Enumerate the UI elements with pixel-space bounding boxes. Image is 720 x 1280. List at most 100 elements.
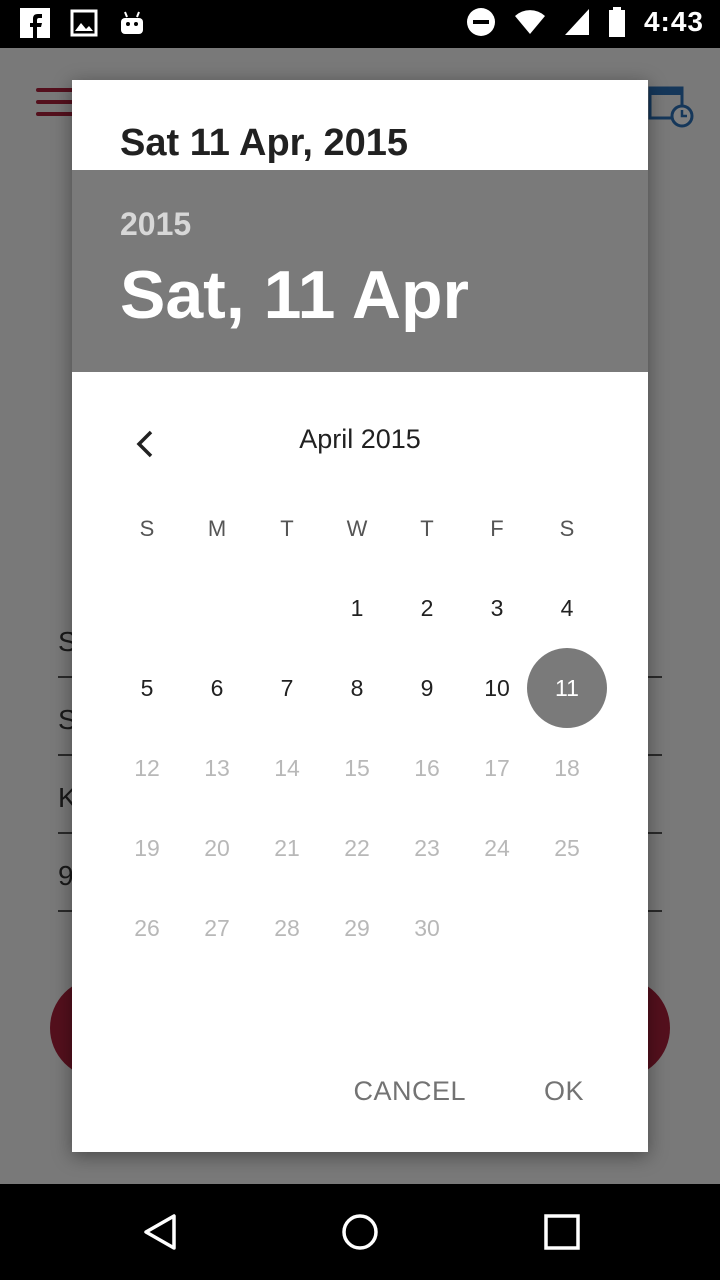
calendar-day-label: 30: [414, 914, 440, 941]
status-bar: 4:43: [0, 0, 720, 48]
home-icon[interactable]: [340, 1212, 380, 1252]
calendar-day: 20: [182, 808, 252, 888]
header-date[interactable]: Sat, 11 Apr: [120, 256, 469, 334]
calendar-day[interactable]: 1: [322, 568, 392, 648]
calendar-day-label: 7: [280, 674, 294, 701]
calendar-day: 22: [322, 808, 392, 888]
calendar-day-label: 6: [210, 674, 224, 701]
calendar-day-label: 18: [554, 754, 580, 781]
calendar-week: 5 6 7 8 9 10 11: [112, 648, 607, 728]
calendar-day: 19: [112, 808, 182, 888]
weekday-row: SMTWTFS: [112, 516, 602, 542]
navigation-bar: [0, 1184, 720, 1280]
weekday-label: S: [139, 516, 155, 541]
cancel-button[interactable]: CANCEL: [329, 1060, 490, 1123]
calendar-empty-cell: [112, 568, 182, 648]
calendar-day: 25: [532, 808, 602, 888]
wifi-icon: [514, 10, 545, 35]
signal-icon: [564, 9, 589, 35]
calendar-day-label: 9: [420, 674, 434, 701]
calendar-day-label: 26: [134, 914, 160, 941]
calendar-day: 12: [112, 728, 182, 808]
calendar-grid: 1 2 3 4 5 6 7 8 9 10 11 12 13 14 15 16 17 18 19 20 21 22 23 24 2…: [112, 568, 607, 968]
header-year[interactable]: 2015: [120, 206, 191, 243]
date-picker-dialog: Sat 11 Apr, 2015 2015 Sat, 11 Apr April …: [72, 80, 648, 1152]
do-not-disturb-icon: [466, 8, 495, 36]
calendar-day-label: 20: [204, 834, 230, 861]
android-icon: [121, 11, 143, 34]
calendar-day: 28: [252, 888, 322, 968]
calendar-week: 26 27 28 29 30: [112, 888, 602, 968]
weekday-label: T: [280, 516, 294, 541]
recents-icon[interactable]: [542, 1212, 582, 1252]
calendar-day[interactable]: 7: [252, 648, 322, 728]
calendar-day-label: 23: [414, 834, 440, 861]
weekday-label: F: [490, 516, 504, 541]
calendar-day[interactable]: 3: [462, 568, 532, 648]
calendar-day-label: 29: [344, 914, 370, 941]
calendar-day: 24: [462, 808, 532, 888]
calendar-day: 29: [322, 888, 392, 968]
calendar-day-label: 13: [204, 754, 230, 781]
calendar-day-label: 27: [204, 914, 230, 941]
calendar-day[interactable]: 5: [112, 648, 182, 728]
calendar-day-label: 4: [560, 594, 574, 621]
facebook-icon: [20, 8, 50, 38]
dialog-actions: CANCEL OK: [329, 1060, 648, 1123]
calendar-day-label: 22: [344, 834, 370, 861]
back-icon[interactable]: [140, 1212, 180, 1252]
calendar-day-label: 14: [274, 754, 300, 781]
calendar-week: 1 2 3 4: [112, 568, 602, 648]
calendar-day-label: 3: [490, 594, 504, 621]
chevron-left-icon[interactable]: [124, 422, 168, 466]
calendar-day-selected[interactable]: 11: [527, 648, 607, 728]
calendar-day-label: 10: [484, 674, 510, 701]
calendar-empty-cell: [532, 888, 602, 968]
calendar-empty-cell: [462, 888, 532, 968]
calendar-day-label: 21: [274, 834, 300, 861]
calendar-day: 14: [252, 728, 322, 808]
calendar-day-label: 12: [134, 754, 160, 781]
calendar-day-label: 2: [420, 594, 434, 621]
calendar-week: 19 20 21 22 23 24 25: [112, 808, 602, 888]
calendar-day-label: 16: [414, 754, 440, 781]
calendar-day: 15: [322, 728, 392, 808]
calendar-day-label: 1: [350, 594, 364, 621]
calendar-empty-cell: [182, 568, 252, 648]
calendar-empty-cell: [252, 568, 322, 648]
ok-button[interactable]: OK: [520, 1060, 608, 1123]
calendar-day: 23: [392, 808, 462, 888]
calendar-day: 27: [182, 888, 252, 968]
calendar-day: 16: [392, 728, 462, 808]
weekday-label: T: [420, 516, 434, 541]
weekday-label: S: [559, 516, 575, 541]
calendar-day-label: 15: [344, 754, 370, 781]
clock: 4:43: [643, 6, 704, 37]
calendar-day: 21: [252, 808, 322, 888]
calendar-day[interactable]: 2: [392, 568, 462, 648]
calendar-day[interactable]: 4: [532, 568, 602, 648]
calendar-day[interactable]: 8: [322, 648, 392, 728]
image-icon: [70, 9, 98, 37]
calendar-day-label: 8: [350, 674, 364, 701]
calendar-day: 17: [462, 728, 532, 808]
calendar-day-label: 17: [484, 754, 510, 781]
calendar-day: 18: [532, 728, 602, 808]
calendar-day: 30: [392, 888, 462, 968]
weekday-label: M: [207, 516, 227, 541]
calendar-day[interactable]: 9: [392, 648, 462, 728]
calendar-day[interactable]: 10: [462, 648, 532, 728]
calendar-day-label: 24: [484, 834, 510, 861]
calendar-day-label: 5: [140, 674, 154, 701]
calendar-day: 13: [182, 728, 252, 808]
calendar-day: 26: [112, 888, 182, 968]
date-header: 2015 Sat, 11 Apr: [72, 170, 648, 372]
calendar-day-label: 28: [274, 914, 300, 941]
dialog-title: Sat 11 Apr, 2015: [120, 122, 409, 164]
calendar-week: 12 13 14 15 16 17 18: [112, 728, 602, 808]
calendar-day[interactable]: 6: [182, 648, 252, 728]
calendar-day-label: 25: [554, 834, 580, 861]
calendar-day-label: 19: [134, 834, 160, 861]
calendar-day-label: 11: [555, 674, 579, 701]
battery-icon: [608, 7, 625, 37]
